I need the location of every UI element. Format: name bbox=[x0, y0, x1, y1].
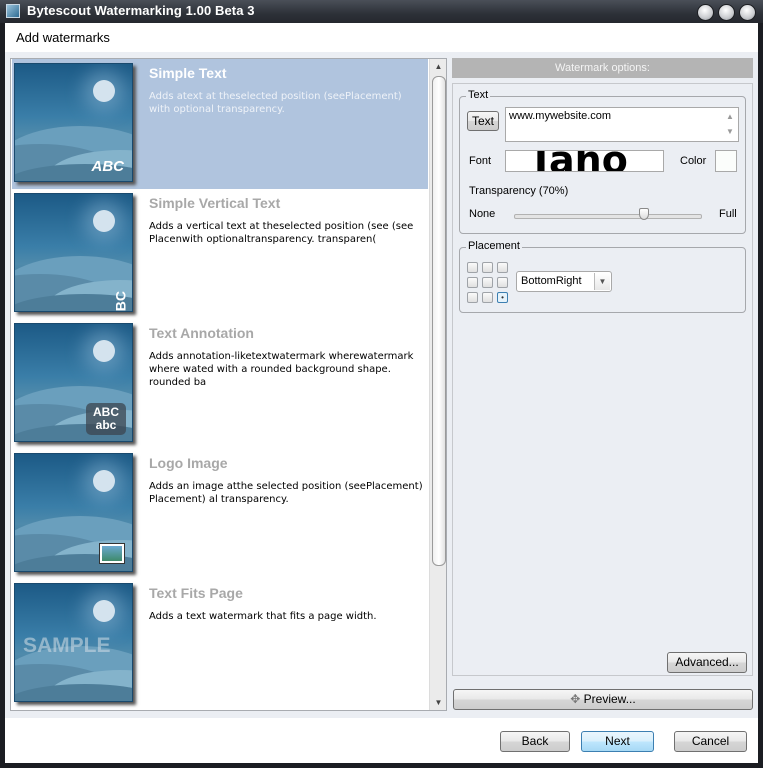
item-description: Adds annotation-liketextwatermark wherew… bbox=[149, 351, 414, 388]
placement-group-label: Placement bbox=[466, 240, 522, 252]
placement-top-center[interactable] bbox=[482, 262, 493, 273]
item-description: Adds a text watermark that fits a page w… bbox=[149, 611, 377, 622]
list-item-text-fits-page[interactable]: SAMPLE Text Fits Page Adds a text waterm… bbox=[12, 579, 428, 709]
slider-min-label: None bbox=[469, 208, 496, 220]
maximize-button[interactable] bbox=[718, 4, 735, 21]
back-button[interactable]: Back bbox=[500, 731, 570, 752]
list-item-simple-vertical-text[interactable]: ABC Simple Vertical Text Adds a vertical… bbox=[12, 189, 428, 319]
item-description: Adds atext at theselected position (seeP… bbox=[149, 91, 402, 115]
wizard-client: Add watermarks ABC Simple Text Adds atex… bbox=[5, 23, 758, 763]
preview-button[interactable]: ✥ Preview... bbox=[453, 689, 753, 710]
item-title: Simple Vertical Text bbox=[149, 195, 281, 211]
thumbnail-image: ABC bbox=[14, 193, 133, 312]
list-item-simple-text[interactable]: ABC Simple Text Adds atext at theselecte… bbox=[12, 59, 428, 189]
list-item-logo-image[interactable]: Logo Image Adds an image atthe selected … bbox=[12, 449, 428, 579]
placement-bottom-center[interactable] bbox=[482, 292, 493, 303]
placement-middle-left[interactable] bbox=[467, 277, 478, 288]
scroll-down-arrow-icon[interactable]: ▼ bbox=[430, 695, 446, 710]
color-picker[interactable] bbox=[715, 150, 737, 172]
advanced-button[interactable]: Advanced... bbox=[667, 652, 747, 673]
thumbnail-image: SAMPLE bbox=[14, 583, 133, 702]
watermark-sample: SAMPLE bbox=[23, 634, 111, 657]
watermark-sample: ABC bbox=[112, 291, 128, 312]
placement-top-left[interactable] bbox=[467, 262, 478, 273]
options-pane: Watermark options: Text Text www.mywebsi… bbox=[452, 58, 753, 676]
text-scrollbar[interactable]: ▲ ▼ bbox=[723, 109, 737, 140]
thumbnail-image: ABC abc bbox=[14, 323, 133, 442]
placement-bottom-left[interactable] bbox=[467, 292, 478, 303]
placement-select-value: BottomRight bbox=[521, 275, 582, 287]
transparency-slider[interactable] bbox=[514, 214, 702, 219]
preview-label: Preview... bbox=[583, 692, 636, 706]
item-title: Text Fits Page bbox=[149, 585, 243, 601]
text-button[interactable]: Text bbox=[467, 111, 499, 131]
placement-middle-right[interactable] bbox=[497, 277, 508, 288]
item-title: Simple Text bbox=[149, 65, 227, 81]
text-group-label: Text bbox=[466, 89, 491, 101]
scroll-up-arrow-icon[interactable]: ▲ bbox=[430, 59, 446, 74]
annotation-line-2: abc bbox=[95, 418, 117, 432]
watermark-type-list[interactable]: ABC Simple Text Adds atext at theselecte… bbox=[10, 58, 447, 711]
list-item-text-annotation[interactable]: ABC abc Text Annotation Adds annotation-… bbox=[12, 319, 428, 449]
watermark-sample: ABC bbox=[91, 158, 125, 175]
item-description: Adds an image atthe selected position (s… bbox=[149, 481, 423, 505]
placement-group: Placement • BottomRight ▼ bbox=[459, 240, 746, 313]
page-title: Add watermarks bbox=[16, 30, 110, 45]
options-panel: Text Text www.mywebsite.com ▲ ▼ Font Taho… bbox=[452, 83, 753, 676]
list-scrollbar[interactable]: ▲ ▼ bbox=[429, 59, 446, 710]
text-group: Text Text www.mywebsite.com ▲ ▼ Font Taho… bbox=[459, 89, 746, 234]
close-button[interactable] bbox=[739, 4, 756, 21]
slider-max-label: Full bbox=[719, 208, 737, 220]
minimize-button[interactable] bbox=[697, 4, 714, 21]
watermark-text-value: www.mywebsite.com bbox=[509, 110, 612, 122]
font-sample: Taho bbox=[528, 150, 628, 172]
move-icon: ✥ bbox=[570, 692, 584, 706]
transparency-label: Transparency (70%) bbox=[469, 185, 569, 197]
scrollbar-thumb[interactable] bbox=[432, 76, 446, 566]
image-icon bbox=[99, 543, 125, 564]
wizard-footer: Back Next Cancel bbox=[5, 718, 758, 763]
watermark-text-input[interactable]: www.mywebsite.com ▲ ▼ bbox=[505, 107, 739, 142]
item-title: Text Annotation bbox=[149, 325, 254, 341]
item-description: Adds a vertical text at theselected posi… bbox=[149, 221, 414, 245]
font-label: Font bbox=[469, 155, 492, 167]
placement-center[interactable] bbox=[482, 277, 493, 288]
window-title: Bytescout Watermarking 1.00 Beta 3 bbox=[27, 3, 255, 18]
chevron-down-icon[interactable]: ▼ bbox=[594, 273, 610, 290]
watermark-sample: ABC abc bbox=[86, 403, 126, 435]
placement-select[interactable]: BottomRight ▼ bbox=[516, 271, 612, 292]
page-header: Add watermarks bbox=[5, 23, 758, 52]
item-title: Logo Image bbox=[149, 455, 228, 471]
next-button[interactable]: Next bbox=[581, 731, 654, 752]
cancel-button[interactable]: Cancel bbox=[674, 731, 747, 752]
placement-top-right[interactable] bbox=[497, 262, 508, 273]
placement-bottom-right[interactable]: • bbox=[497, 292, 508, 303]
color-label: Color bbox=[680, 155, 707, 167]
title-bar: Bytescout Watermarking 1.00 Beta 3 bbox=[0, 0, 763, 23]
thumbnail-image: ABC bbox=[14, 63, 133, 182]
app-icon bbox=[6, 4, 20, 18]
thumbnail-image bbox=[14, 453, 133, 572]
options-header: Watermark options: bbox=[452, 58, 753, 78]
font-picker[interactable]: Taho bbox=[505, 150, 664, 172]
